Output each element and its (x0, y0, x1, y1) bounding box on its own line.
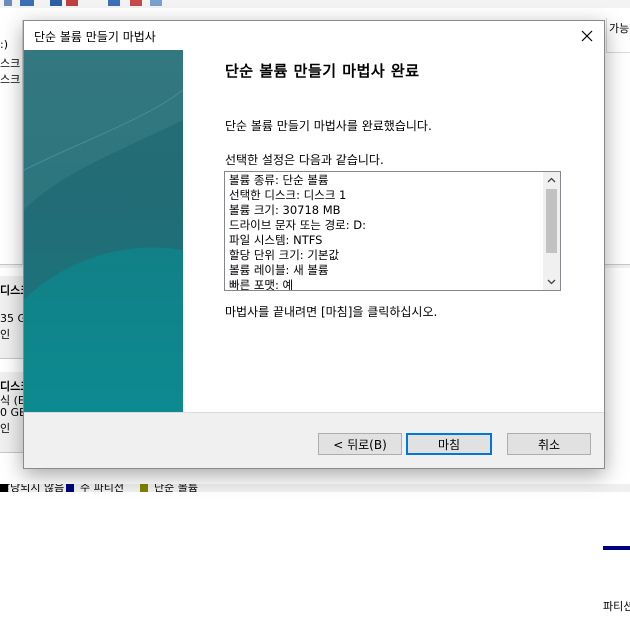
close-icon (581, 30, 593, 41)
chevron-up-icon (547, 177, 556, 183)
column-header-label: 가능한 (609, 22, 630, 35)
settings-line: 볼륨 크기: 30718 MB (229, 203, 341, 217)
finish-button[interactable]: 마침 (406, 433, 492, 455)
disk-size: 0 GB (0, 406, 24, 419)
banner-wave-graphic (24, 50, 183, 412)
column-header[interactable]: 가능한 (606, 18, 630, 53)
legend-swatch (66, 484, 74, 492)
settings-list: 볼륨 종류: 단순 볼륨 선택한 디스크: 디스크 1 볼륨 크기: 30718… (229, 173, 540, 291)
toolbar-icon[interactable] (130, 0, 142, 6)
legend-swatch (140, 484, 148, 492)
toolbar-icon[interactable] (108, 0, 120, 6)
settings-line: 드라이브 문자 또는 경로: D: (229, 218, 367, 232)
title-bar[interactable]: 단순 볼륨 만들기 마법사 (24, 21, 604, 50)
wizard-content: 단순 볼륨 만들기 마법사 완료 단순 볼륨 만들기 마법사를 완료했습니다. … (24, 50, 604, 412)
scrollbar-thumb[interactable] (546, 189, 557, 253)
disk-row-label[interactable]: 디스크 35 GB 인 (0, 276, 24, 359)
volume-item[interactable]: 스크 (0, 71, 20, 87)
partition-block[interactable]: 파티션 (603, 546, 630, 620)
legend-label: 단순 볼륨 (154, 484, 198, 492)
legend-label: 할당되지 않음 (0, 484, 65, 492)
completed-text: 단순 볼륨 만들기 마법사를 완료했습니다. (225, 119, 432, 133)
dialog-title: 단순 볼륨 만들기 마법사 (34, 30, 156, 44)
volume-item[interactable]: :) (0, 38, 8, 51)
wizard-side-banner (24, 50, 183, 412)
partition-label: 파티션 (603, 600, 630, 613)
disk-row-label[interactable]: 디스크 식 (E 0 GB 인 (0, 372, 24, 453)
finish-hint: 마법사를 끝내려면 [마침]을 클릭하십시오. (225, 305, 438, 319)
disk-name: 디스크 (0, 284, 24, 297)
settings-line: 파일 시스템: NTFS (229, 233, 323, 247)
settings-summary-box[interactable]: 볼륨 종류: 단순 볼륨 선택한 디스크: 디스크 1 볼륨 크기: 30718… (224, 171, 561, 291)
settings-line: 선택한 디스크: 디스크 1 (229, 188, 347, 202)
toolbar-icon[interactable] (150, 0, 162, 6)
settings-line: 볼륨 종류: 단순 볼륨 (229, 173, 329, 187)
toolbar-icon[interactable] (20, 0, 34, 6)
cancel-button[interactable]: 취소 (507, 433, 591, 455)
disk-status: 인 (0, 328, 11, 341)
legend-label: 주 파티션 (80, 484, 124, 492)
vertical-scrollbar[interactable] (543, 172, 560, 290)
disk-status: 인 (0, 422, 11, 435)
scroll-down-button[interactable] (543, 274, 560, 290)
toolbar-icon[interactable] (66, 0, 78, 6)
settings-intro: 선택한 설정은 다음과 같습니다. (225, 153, 384, 167)
toolbar-icon[interactable] (50, 0, 62, 6)
footer-separator (24, 412, 604, 413)
chevron-down-icon (547, 279, 556, 285)
disk-size: 35 GB (0, 312, 24, 325)
settings-line: 볼륨 레이블: 새 볼륨 (229, 263, 329, 277)
back-button[interactable]: < 뒤로(B) (318, 433, 402, 455)
scroll-up-button[interactable] (543, 172, 560, 188)
settings-line: 할당 단위 크기: 기본값 (229, 248, 340, 262)
close-button[interactable] (570, 21, 604, 50)
settings-line: 빠른 포맷: 예 (229, 278, 294, 291)
volume-item[interactable]: 스크 (0, 55, 20, 71)
wizard-dialog: 단순 볼륨 만들기 마법사 단순 볼륨 만들기 마법사 완료 단순 볼륨 만들기… (23, 20, 605, 469)
wizard-heading: 단순 볼륨 만들기 마법사 완료 (225, 62, 420, 80)
toolbar-icon[interactable] (4, 0, 12, 6)
legend-bar: 할당되지 않음 주 파티션 단순 볼륨 (0, 484, 630, 492)
